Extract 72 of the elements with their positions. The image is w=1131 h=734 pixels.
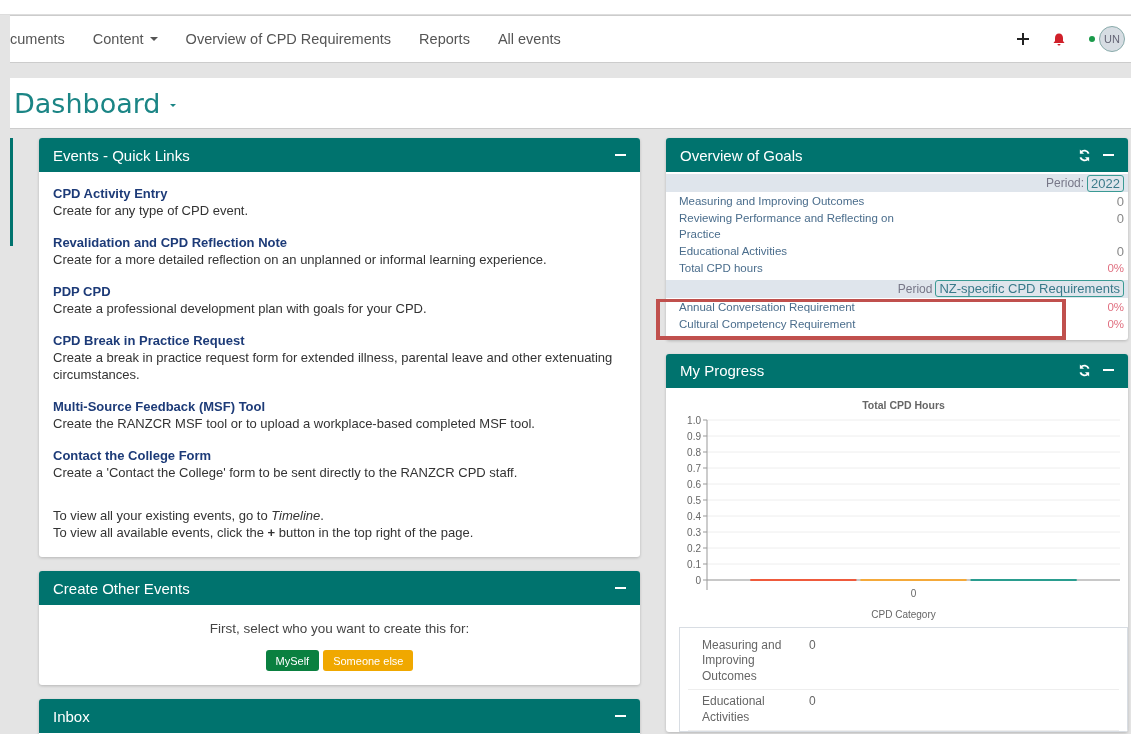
panel-title: Overview of Goals bbox=[680, 146, 804, 164]
link-description: Create a 'Contact the College' form to be sent directly to the RANZCR CPD staff. bbox=[53, 464, 519, 481]
period-label: Period: bbox=[1046, 176, 1085, 190]
goal-label: Reviewing Performance and Reflecting on Practice bbox=[679, 211, 895, 242]
quick-link[interactable]: PDP CPD bbox=[53, 284, 626, 299]
quick-link[interactable]: Contact the College Form bbox=[53, 448, 626, 463]
link-description: Create for a more detailed reflection on an unplanned or informal learning experience. bbox=[53, 251, 548, 268]
avatar[interactable]: UN bbox=[1099, 26, 1125, 52]
y-tick-label: 0.6 bbox=[687, 478, 701, 489]
refresh-icon[interactable] bbox=[1078, 364, 1091, 377]
panel-title: Inbox bbox=[53, 707, 91, 725]
link-description: Create for any type of CPD event. bbox=[53, 202, 250, 219]
panel-title: Events - Quick Links bbox=[53, 146, 191, 164]
table-cell-text: Measuring and Improving Outcomes bbox=[702, 637, 783, 684]
quick-link[interactable]: CPD Break in Practice Request bbox=[53, 333, 626, 348]
y-tick-label: 0.9 bbox=[687, 430, 701, 441]
link-description: Create a break in practice request form for extended illness, parental leave and other extenuating circumstances. bbox=[53, 349, 614, 383]
x-axis-title: CPD Category bbox=[871, 608, 936, 620]
nav-link[interactable]: Content bbox=[92, 31, 158, 47]
link-description: Create a professional development plan with goals for your CPD. bbox=[53, 300, 428, 317]
chart-title: Total CPD Hours bbox=[862, 398, 945, 411]
goal-label: Annual Conversation Requirement bbox=[679, 299, 855, 315]
panel-title: Create Other Events bbox=[53, 579, 191, 597]
myself-button[interactable]: MySelf bbox=[265, 650, 320, 671]
table-cell-text: Educational Activities bbox=[702, 694, 766, 725]
collapse-icon[interactable] bbox=[1103, 369, 1114, 372]
y-tick-label: 1.0 bbox=[687, 414, 701, 425]
y-tick-label: 0.2 bbox=[687, 542, 701, 553]
nav-link[interactable]: Reports bbox=[419, 31, 470, 47]
nav-link[interactable]: cuments bbox=[10, 31, 65, 47]
nav-link[interactable]: Overview of CPD Requirements bbox=[185, 31, 392, 47]
goal-value: 0% bbox=[1107, 316, 1124, 332]
quick-link[interactable]: CPD Activity Entry bbox=[53, 186, 626, 201]
link-description: Create the RANZCR MSF tool or to upload a workplace-based completed MSF tool. bbox=[53, 415, 536, 432]
y-tick-label: 0.4 bbox=[687, 510, 701, 521]
goal-value: 0% bbox=[1107, 260, 1124, 276]
y-tick-label: 0.8 bbox=[687, 446, 701, 457]
collapse-icon[interactable] bbox=[615, 714, 626, 718]
y-tick-label: 0 bbox=[695, 574, 701, 585]
period-selector[interactable]: NZ-specific CPD Requirements bbox=[935, 280, 1124, 297]
nav-link[interactable]: All events bbox=[497, 31, 561, 47]
prompt-text: First, select who you want to create this for: bbox=[208, 621, 471, 636]
goal-value: 0% bbox=[1107, 299, 1124, 315]
page-title: Dashboard bbox=[14, 87, 161, 119]
goal-value: 0 bbox=[1116, 194, 1124, 210]
y-tick-label: 0.1 bbox=[687, 558, 701, 569]
y-tick-label: 0.7 bbox=[687, 462, 701, 473]
help-text: To view all your existing events, go to Timeline. bbox=[53, 507, 325, 524]
goal-label: Total CPD hours bbox=[679, 260, 763, 276]
refresh-icon[interactable] bbox=[1078, 148, 1091, 162]
caret-icon[interactable] bbox=[170, 103, 177, 107]
goal-value: 0 bbox=[1116, 243, 1124, 259]
table-cell-text: 0 bbox=[809, 637, 816, 654]
x-tick-label: 0 bbox=[910, 587, 917, 599]
collapse-icon[interactable] bbox=[615, 586, 626, 590]
goal-label: Measuring and Improving Outcomes bbox=[679, 194, 865, 209]
quick-link[interactable]: Revalidation and CPD Reflection Note bbox=[53, 235, 626, 250]
goal-label: Educational Activities bbox=[679, 243, 788, 259]
goal-label: Cultural Competency Requirement bbox=[679, 316, 856, 332]
goal-value: 0 bbox=[1116, 211, 1124, 228]
plus-icon[interactable] bbox=[1017, 33, 1029, 45]
help-text: To view all available events, click the + button in the top right of the page. bbox=[53, 524, 475, 541]
panel-title: My Progress bbox=[680, 362, 766, 379]
y-tick-label: 0.5 bbox=[687, 494, 701, 505]
quick-link[interactable]: Multi-Source Feedback (MSF) Tool bbox=[53, 399, 626, 414]
table-cell-text: 0 bbox=[809, 694, 816, 710]
bell-icon[interactable] bbox=[1053, 32, 1065, 46]
collapse-icon[interactable] bbox=[1103, 153, 1114, 157]
y-tick-label: 0.3 bbox=[687, 526, 701, 537]
period-label: Period bbox=[897, 281, 933, 296]
collapse-icon[interactable] bbox=[615, 153, 626, 157]
period-selector[interactable]: 2022 bbox=[1087, 174, 1124, 192]
